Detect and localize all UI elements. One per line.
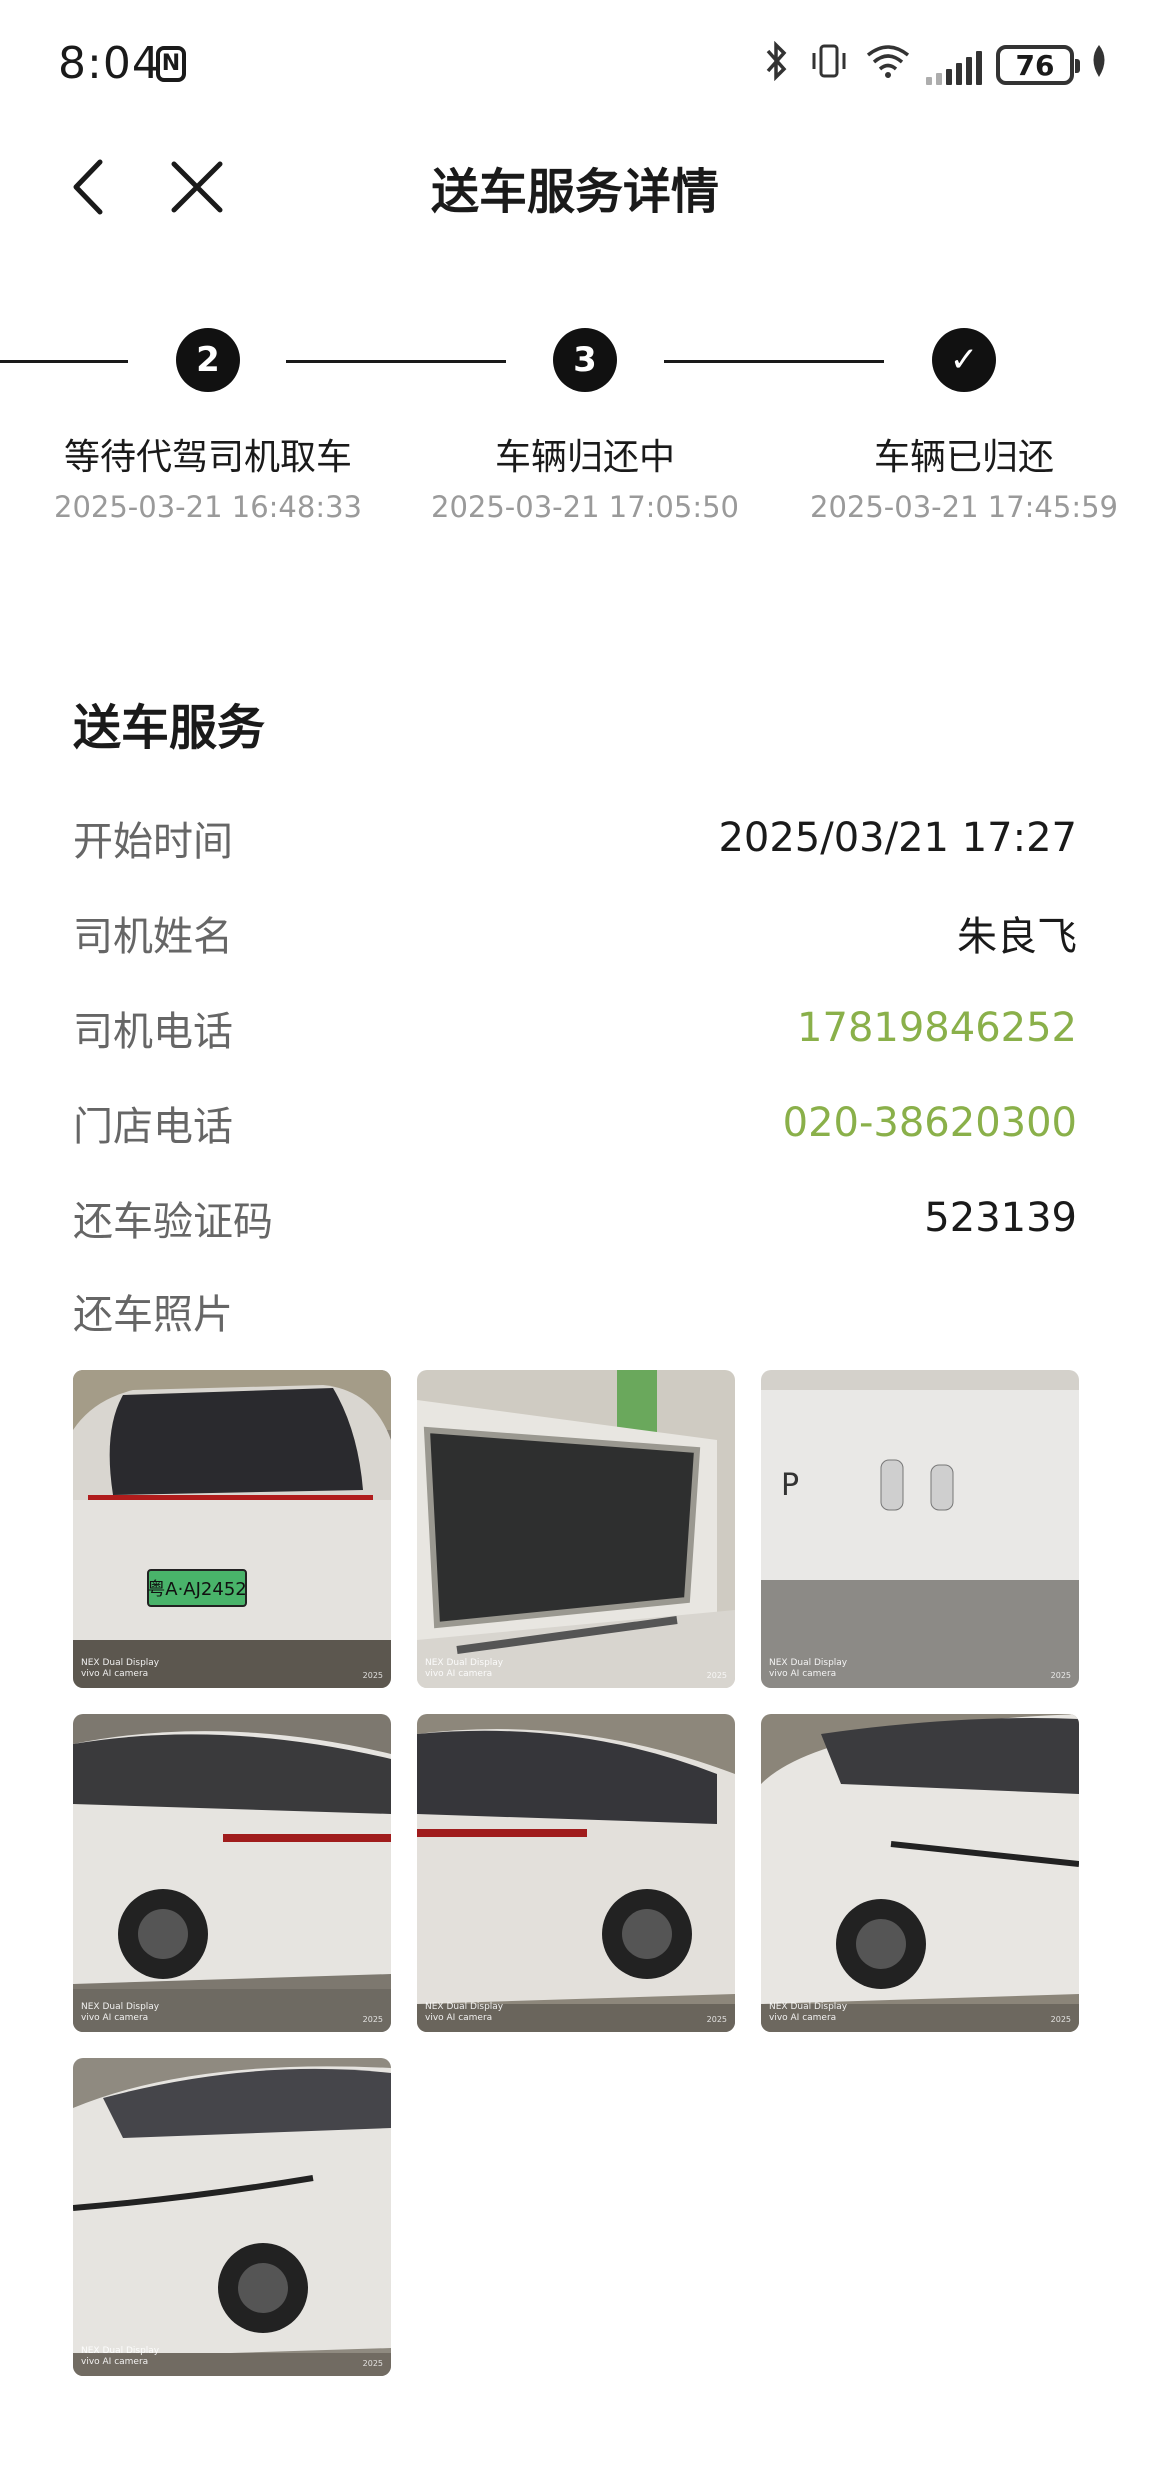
info-row-start-time: 开始时间 2025/03/21 17:27 — [73, 808, 1077, 868]
return-photo-thumbnail[interactable]: P NEX Dual Display vivo AI camera 2025 — [761, 1370, 1079, 1688]
info-label: 开始时间 — [73, 819, 233, 865]
bluetooth-icon — [760, 40, 794, 90]
watermark-line: NEX Dual Display — [81, 2002, 160, 2012]
nav-header: 送车服务详情 — [0, 130, 1150, 240]
step-check-icon: ✓ — [932, 328, 996, 392]
photo-watermark: NEX Dual Display vivo AI camera — [81, 2002, 159, 2024]
photo-watermark: NEX Dual Display vivo AI camera — [769, 2002, 847, 2024]
photo-year: 2025 — [1050, 1671, 1071, 1680]
photos-label: 还车照片 — [73, 1292, 233, 1338]
watermark-line: NEX Dual Display — [425, 2002, 504, 2012]
step-connector — [286, 360, 506, 363]
step-time: 2025-03-21 17:45:59 — [810, 490, 1118, 524]
photo-year: 2025 — [362, 2015, 383, 2024]
photo-year: 2025 — [362, 1671, 383, 1680]
return-photo-thumbnail[interactable]: NEX Dual Display vivo AI camera 2025 — [417, 1714, 735, 2032]
watermark-line: vivo AI camera — [425, 2013, 493, 2023]
vibrate-icon — [808, 41, 850, 90]
photo-year: 2025 — [362, 2359, 383, 2368]
info-row-driver-phone: 司机电话 17819846252 — [73, 998, 1077, 1058]
signal-icon — [926, 45, 982, 85]
status-bar: 8:04 N 76 — [0, 0, 1150, 130]
watermark-line: vivo AI camera — [769, 2013, 837, 2023]
info-label: 门店电话 — [73, 1104, 233, 1150]
watermark-line: NEX Dual Display — [769, 2002, 848, 2012]
info-row-verification-code: 还车验证码 523139 — [73, 1188, 1077, 1248]
page-title: 送车服务详情 — [430, 164, 719, 220]
section-title: 送车服务 — [73, 700, 266, 756]
start-time-value: 2025/03/21 17:27 — [718, 815, 1077, 861]
watermark-line: NEX Dual Display — [81, 1658, 160, 1668]
photo-year: 2025 — [1050, 2015, 1071, 2024]
watermark-line: vivo AI camera — [425, 1669, 493, 1679]
step-badge: 3 — [553, 328, 617, 392]
step-time: 2025-03-21 17:05:50 — [431, 490, 739, 524]
photo-watermark: NEX Dual Display vivo AI camera — [81, 2346, 159, 2368]
step-connector — [664, 360, 884, 363]
battery-icon: 76 — [996, 45, 1080, 85]
info-label: 司机电话 — [73, 1009, 233, 1055]
step-label: 车辆归还中 — [494, 437, 675, 478]
return-photo-thumbnail[interactable]: NEX Dual Display vivo AI camera 2025 — [73, 2058, 391, 2376]
step-label: 等待代驾司机取车 — [63, 437, 352, 478]
svg-text:P: P — [781, 1468, 799, 1503]
info-row-store-phone: 门店电话 020-38620300 — [73, 1093, 1077, 1153]
info-row-driver-name: 司机姓名 朱良飞 — [73, 903, 1077, 963]
photo-watermark: NEX Dual Display vivo AI camera — [769, 1658, 847, 1680]
battery-level: 76 — [1015, 48, 1055, 82]
info-label: 还车验证码 — [73, 1199, 273, 1245]
driver-phone-link[interactable]: 17819846252 — [797, 1005, 1077, 1051]
return-photo-thumbnail[interactable]: 粤A·AJ2452 NEX Dual Display vivo AI camera… — [73, 1370, 391, 1688]
photo-watermark: NEX Dual Display vivo AI camera — [425, 2002, 503, 2024]
wifi-icon — [864, 41, 912, 90]
watermark-line: vivo AI camera — [81, 2357, 149, 2367]
step-connector — [0, 360, 128, 363]
watermark-line: vivo AI camera — [769, 1669, 837, 1679]
status-time: 8:04 — [58, 38, 161, 89]
plate-text: 粤A·AJ2452 — [147, 1579, 246, 1600]
photo-year: 2025 — [706, 2015, 727, 2024]
return-photo-thumbnail[interactable]: NEX Dual Display vivo AI camera 2025 — [73, 1714, 391, 2032]
verification-code-value: 523139 — [924, 1195, 1077, 1241]
return-photo-thumbnail[interactable]: NEX Dual Display vivo AI camera 2025 — [417, 1370, 735, 1688]
watermark-line: NEX Dual Display — [769, 1658, 848, 1668]
store-phone-link[interactable]: 020-38620300 — [783, 1100, 1077, 1146]
info-label: 司机姓名 — [73, 914, 233, 960]
photo-year: 2025 — [706, 1671, 727, 1680]
driver-name-value: 朱良飞 — [957, 914, 1077, 960]
step-time: 2025-03-21 16:48:33 — [54, 490, 362, 524]
step-badge: 2 — [176, 328, 240, 392]
watermark-line: NEX Dual Display — [81, 2346, 160, 2356]
photo-watermark: NEX Dual Display vivo AI camera — [425, 1658, 503, 1680]
leaf-icon — [1088, 43, 1110, 87]
status-icons: 76 — [760, 40, 1110, 90]
step-label: 车辆已归还 — [873, 437, 1054, 478]
watermark-line: vivo AI camera — [81, 1669, 149, 1679]
progress-stepper: 2 3 ✓ 等待代驾司机取车 车辆归还中 车辆已归还 2025-03-21 16… — [0, 300, 1150, 560]
photo-watermark: NEX Dual Display vivo AI camera — [81, 1658, 159, 1680]
watermark-line: NEX Dual Display — [425, 1658, 504, 1668]
return-photo-thumbnail[interactable]: NEX Dual Display vivo AI camera 2025 — [761, 1714, 1079, 2032]
watermark-line: vivo AI camera — [81, 2013, 149, 2023]
nfc-icon: N — [156, 46, 186, 82]
